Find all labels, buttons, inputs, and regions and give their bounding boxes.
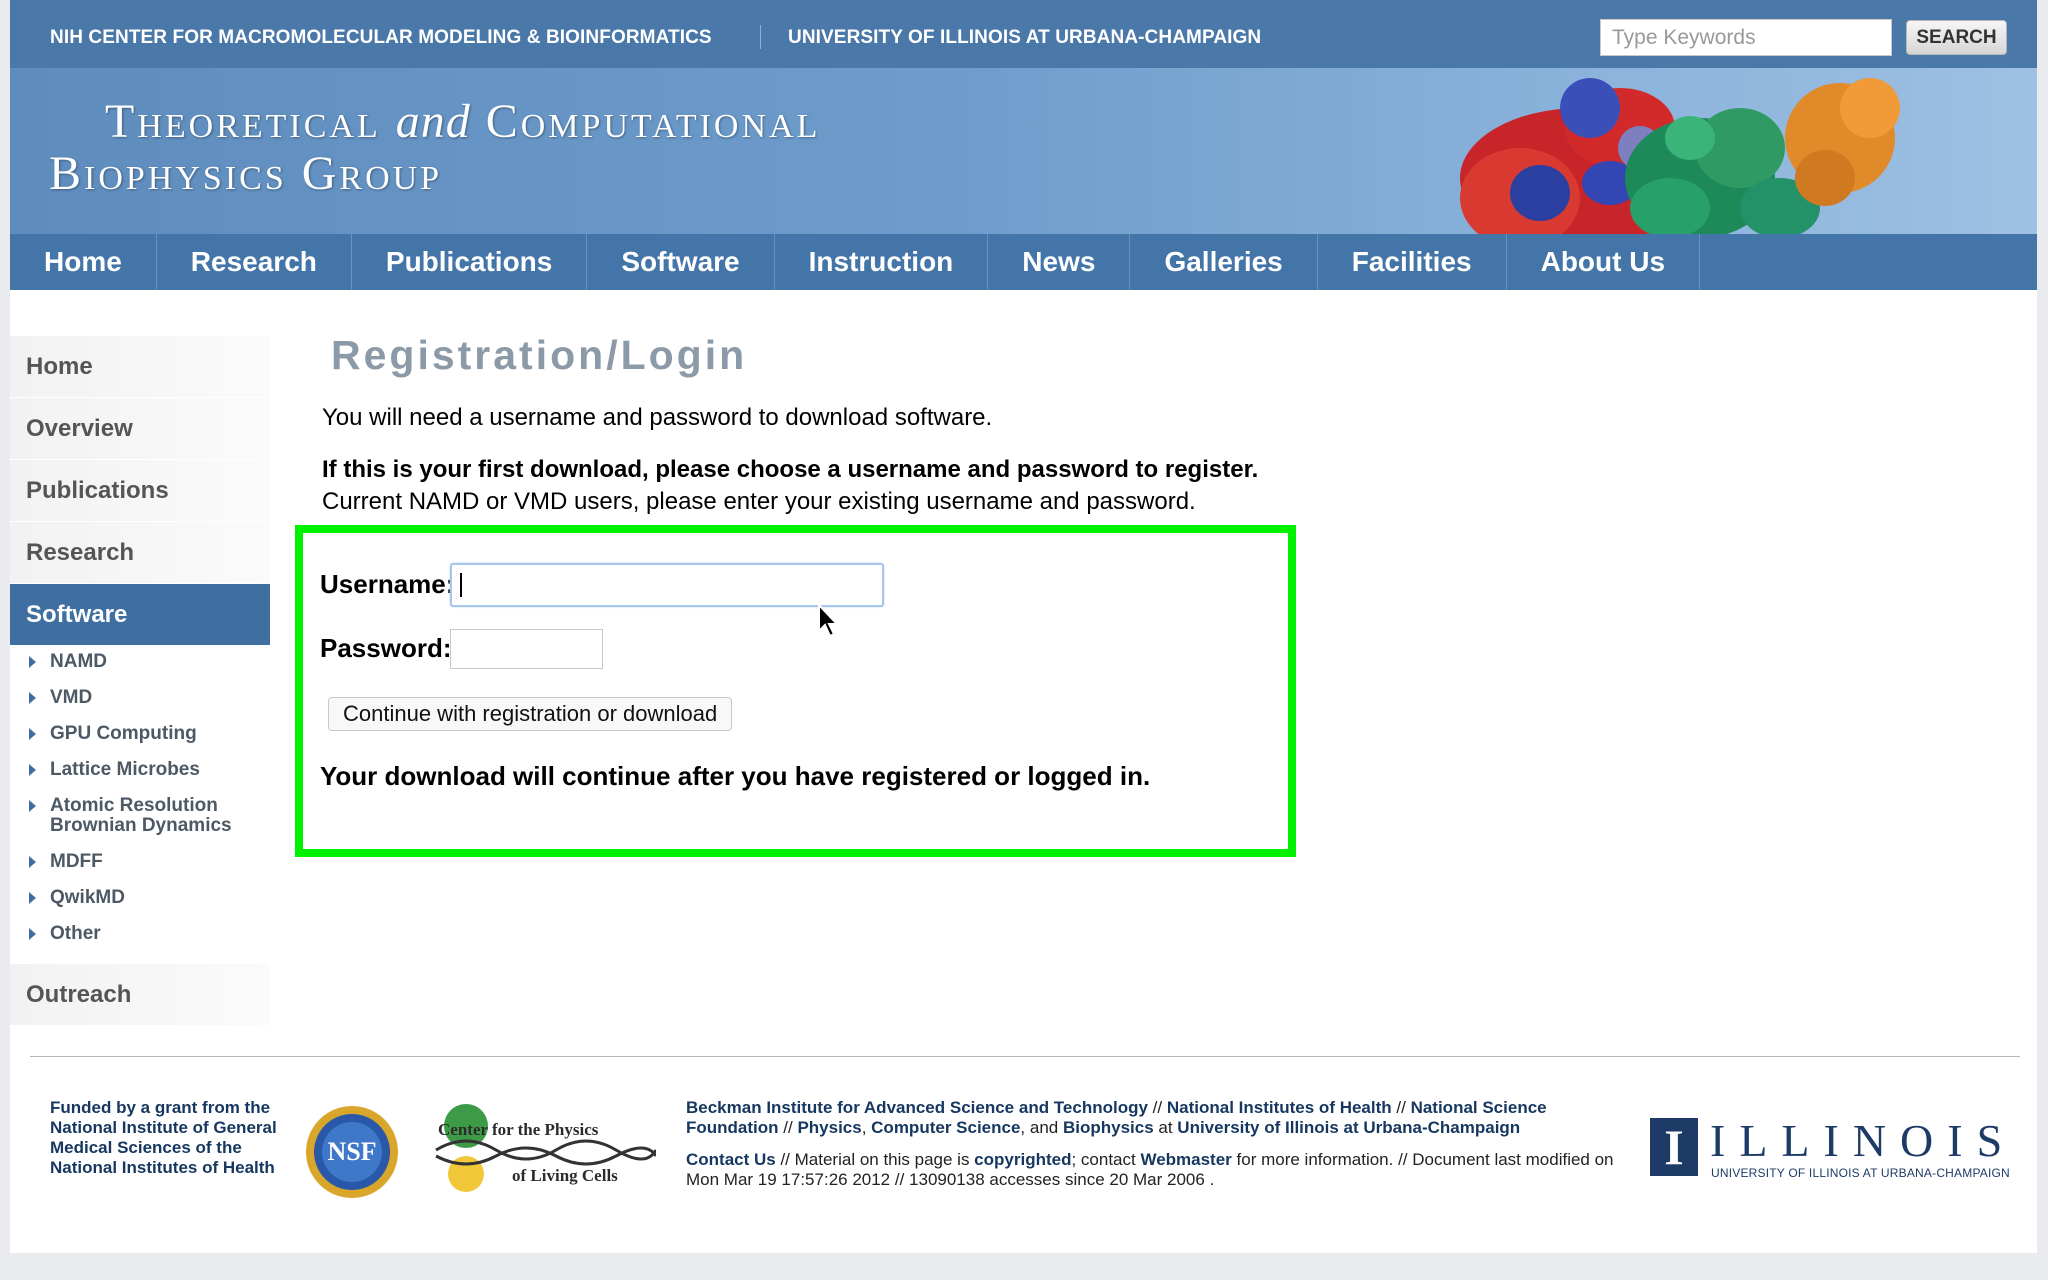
banner-title-line1: Theoretical and Computational <box>105 95 821 148</box>
mouse-cursor-icon <box>818 603 840 638</box>
site-banner: Theoretical and Computational Biophysics… <box>10 68 2037 234</box>
divider <box>760 25 761 49</box>
main-nav: Home Research Publications Software Inst… <box>10 234 2037 290</box>
sidebar-item-publications[interactable]: Publications <box>10 460 270 522</box>
sidebar: Home Overview Publications Research Soft… <box>10 336 270 1026</box>
nih-link[interactable]: National Institutes of Health <box>1167 1098 1392 1117</box>
physics-link[interactable]: Physics <box>797 1118 861 1137</box>
username-label: Username: <box>320 569 455 599</box>
search-button[interactable]: SEARCH <box>1906 20 2007 55</box>
illinois-logo[interactable]: I ILLINOIS UNIVERSITY OF ILLINOIS AT URB… <box>1640 1115 2020 1180</box>
nav-instruction[interactable]: Instruction <box>775 234 989 290</box>
nav-publications[interactable]: Publications <box>352 234 588 290</box>
sidebar-item-home[interactable]: Home <box>10 336 270 398</box>
password-label: Password: <box>320 633 452 663</box>
nav-about-us[interactable]: About Us <box>1507 234 1701 290</box>
footer-affiliation-links: Beckman Institute for Advanced Science a… <box>686 1098 1547 1137</box>
sidebar-subitem-mdff[interactable]: MDFF <box>10 852 270 872</box>
password-input[interactable] <box>450 629 603 669</box>
sidebar-item-research[interactable]: Research <box>10 522 270 584</box>
copyrighted-link[interactable]: copyrighted <box>974 1150 1071 1169</box>
sidebar-item-software[interactable]: Software <box>10 584 270 646</box>
footer-contact-text: Contact Us // Material on this page is c… <box>686 1150 1614 1189</box>
svg-text:NSF: NSF <box>327 1137 376 1166</box>
nav-facilities[interactable]: Facilities <box>1318 234 1507 290</box>
sidebar-subitem-other[interactable]: Other <box>10 924 270 944</box>
nsf-logo[interactable]: NSF <box>302 1102 402 1202</box>
search-input[interactable] <box>1600 19 1892 56</box>
uiuc-link[interactable]: UNIVERSITY OF ILLINOIS AT URBANA-CHAMPAI… <box>788 27 1261 49</box>
molecule-illustration <box>1460 78 1900 234</box>
software-submenu: NAMD VMD GPU Computing Lattice Microbes … <box>10 646 270 964</box>
page: NIH CENTER FOR MACROMOLECULAR MODELING &… <box>10 0 2037 1253</box>
sidebar-subitem-gpu-computing[interactable]: GPU Computing <box>10 724 270 744</box>
continue-button[interactable]: Continue with registration or download <box>328 697 733 731</box>
biophysics-link[interactable]: Biophysics <box>1063 1118 1154 1137</box>
caret-right-icon <box>29 892 36 904</box>
sidebar-subitem-vmd[interactable]: VMD <box>10 688 270 708</box>
top-bar: NIH CENTER FOR MACROMOLECULAR MODELING &… <box>10 0 2037 68</box>
nav-galleries[interactable]: Galleries <box>1130 234 1318 290</box>
existing-users-text: Current NAMD or VMD users, please enter … <box>322 488 1196 515</box>
sidebar-subitem-qwikmd[interactable]: QwikMD <box>10 888 270 908</box>
sidebar-subitem-namd[interactable]: NAMD <box>10 652 270 672</box>
text-caret <box>460 573 462 597</box>
caret-right-icon <box>29 800 36 812</box>
caret-right-icon <box>29 728 36 740</box>
caret-right-icon <box>29 692 36 704</box>
caret-right-icon <box>29 656 36 668</box>
contact-us-link[interactable]: Contact Us <box>686 1150 776 1169</box>
sidebar-item-overview[interactable]: Overview <box>10 398 270 460</box>
caret-right-icon <box>29 928 36 940</box>
first-download-text: If this is your first download, please c… <box>322 456 1259 483</box>
login-form-highlight: Username: Password: Continue with regist… <box>295 525 1296 857</box>
funding-text[interactable]: Funded by a grant from the National Inst… <box>50 1098 290 1178</box>
page-title: Registration/Login <box>331 332 748 378</box>
nav-news[interactable]: News <box>988 234 1131 290</box>
beckman-link[interactable]: Beckman Institute for Advanced Science a… <box>686 1098 1148 1117</box>
nav-home[interactable]: Home <box>10 234 157 290</box>
uiuc-footer-link[interactable]: University of Illinois at Urbana-Champai… <box>1177 1118 1520 1137</box>
intro-text: You will need a username and password to… <box>322 404 993 431</box>
physics-of-living-cells-logo[interactable]: Center for the Physics of Living Cells <box>426 1096 656 1206</box>
nih-center-link[interactable]: NIH CENTER FOR MACROMOLECULAR MODELING &… <box>50 27 712 49</box>
webmaster-link[interactable]: Webmaster <box>1140 1150 1231 1169</box>
download-note: Your download will continue after you ha… <box>320 761 1151 791</box>
footer-divider <box>30 1056 2020 1057</box>
username-input[interactable] <box>450 563 884 607</box>
banner-title-line2: Biophysics Group <box>49 147 443 200</box>
sidebar-subitem-lattice-microbes[interactable]: Lattice Microbes <box>10 760 270 780</box>
nav-research[interactable]: Research <box>157 234 352 290</box>
sidebar-item-outreach[interactable]: Outreach <box>10 964 270 1026</box>
illinois-subtitle: UNIVERSITY OF ILLINOIS AT URBANA-CHAMPAI… <box>1711 1166 2010 1180</box>
caret-right-icon <box>29 856 36 868</box>
computer-science-link[interactable]: Computer Science <box>871 1118 1020 1137</box>
caret-right-icon <box>29 764 36 776</box>
sidebar-subitem-atomic-resolution[interactable]: Atomic Resolution Brownian Dynamics <box>10 796 240 836</box>
illinois-wordmark: ILLINOIS <box>1710 1115 2017 1166</box>
nav-software[interactable]: Software <box>587 234 775 290</box>
